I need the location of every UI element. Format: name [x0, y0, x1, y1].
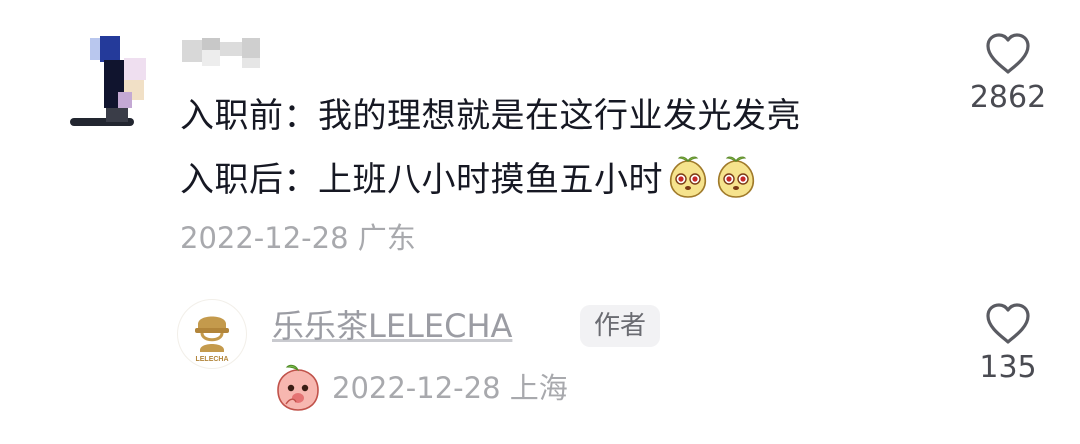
- commenter-username[interactable]: [182, 38, 262, 70]
- heart-outline-icon: [986, 303, 1030, 344]
- heart-outline-icon: [986, 33, 1030, 74]
- name-pixel: [242, 58, 260, 68]
- name-pixel: [202, 38, 220, 50]
- avatar-pixel: [124, 58, 146, 80]
- avatar-pixel: [106, 108, 128, 122]
- name-pixel: [220, 42, 242, 56]
- reply-username[interactable]: 乐乐茶LELECHA: [272, 305, 512, 347]
- name-pixel: [242, 38, 260, 58]
- comment-text-line1: 入职前：我的理想就是在这行业发光发亮: [180, 96, 801, 136]
- name-pixel: [182, 40, 202, 62]
- comment-text-line2: 入职后：上班八小时摸鱼五小时: [180, 155, 759, 202]
- logo-text: LELECHA: [195, 356, 228, 363]
- avatar-pixel: [100, 36, 120, 62]
- comment-meta: 2022-12-28 广东: [180, 221, 416, 255]
- lelecha-logo: LELECHA: [195, 316, 229, 363]
- commenter-avatar[interactable]: [62, 30, 152, 130]
- avatar-pixel: [118, 92, 132, 108]
- avatar-pixel: [90, 38, 100, 60]
- comment-like-button[interactable]: 2862: [948, 32, 1068, 115]
- peach-face-emoji: [669, 156, 707, 198]
- reply-like-button[interactable]: 135: [948, 302, 1068, 385]
- reply-meta: 2022-12-28 上海: [332, 371, 568, 405]
- comment-text-line2-text: 入职后：上班八小时摸鱼五小时: [180, 160, 663, 200]
- peach-emoji: [277, 364, 319, 411]
- reply-avatar[interactable]: LELECHA: [178, 300, 246, 368]
- reply-like-count: 135: [979, 350, 1037, 385]
- comment-like-count: 2862: [969, 80, 1047, 115]
- author-badge: 作者: [580, 305, 661, 347]
- name-pixel: [202, 50, 220, 66]
- peach-face-emoji: [717, 156, 755, 198]
